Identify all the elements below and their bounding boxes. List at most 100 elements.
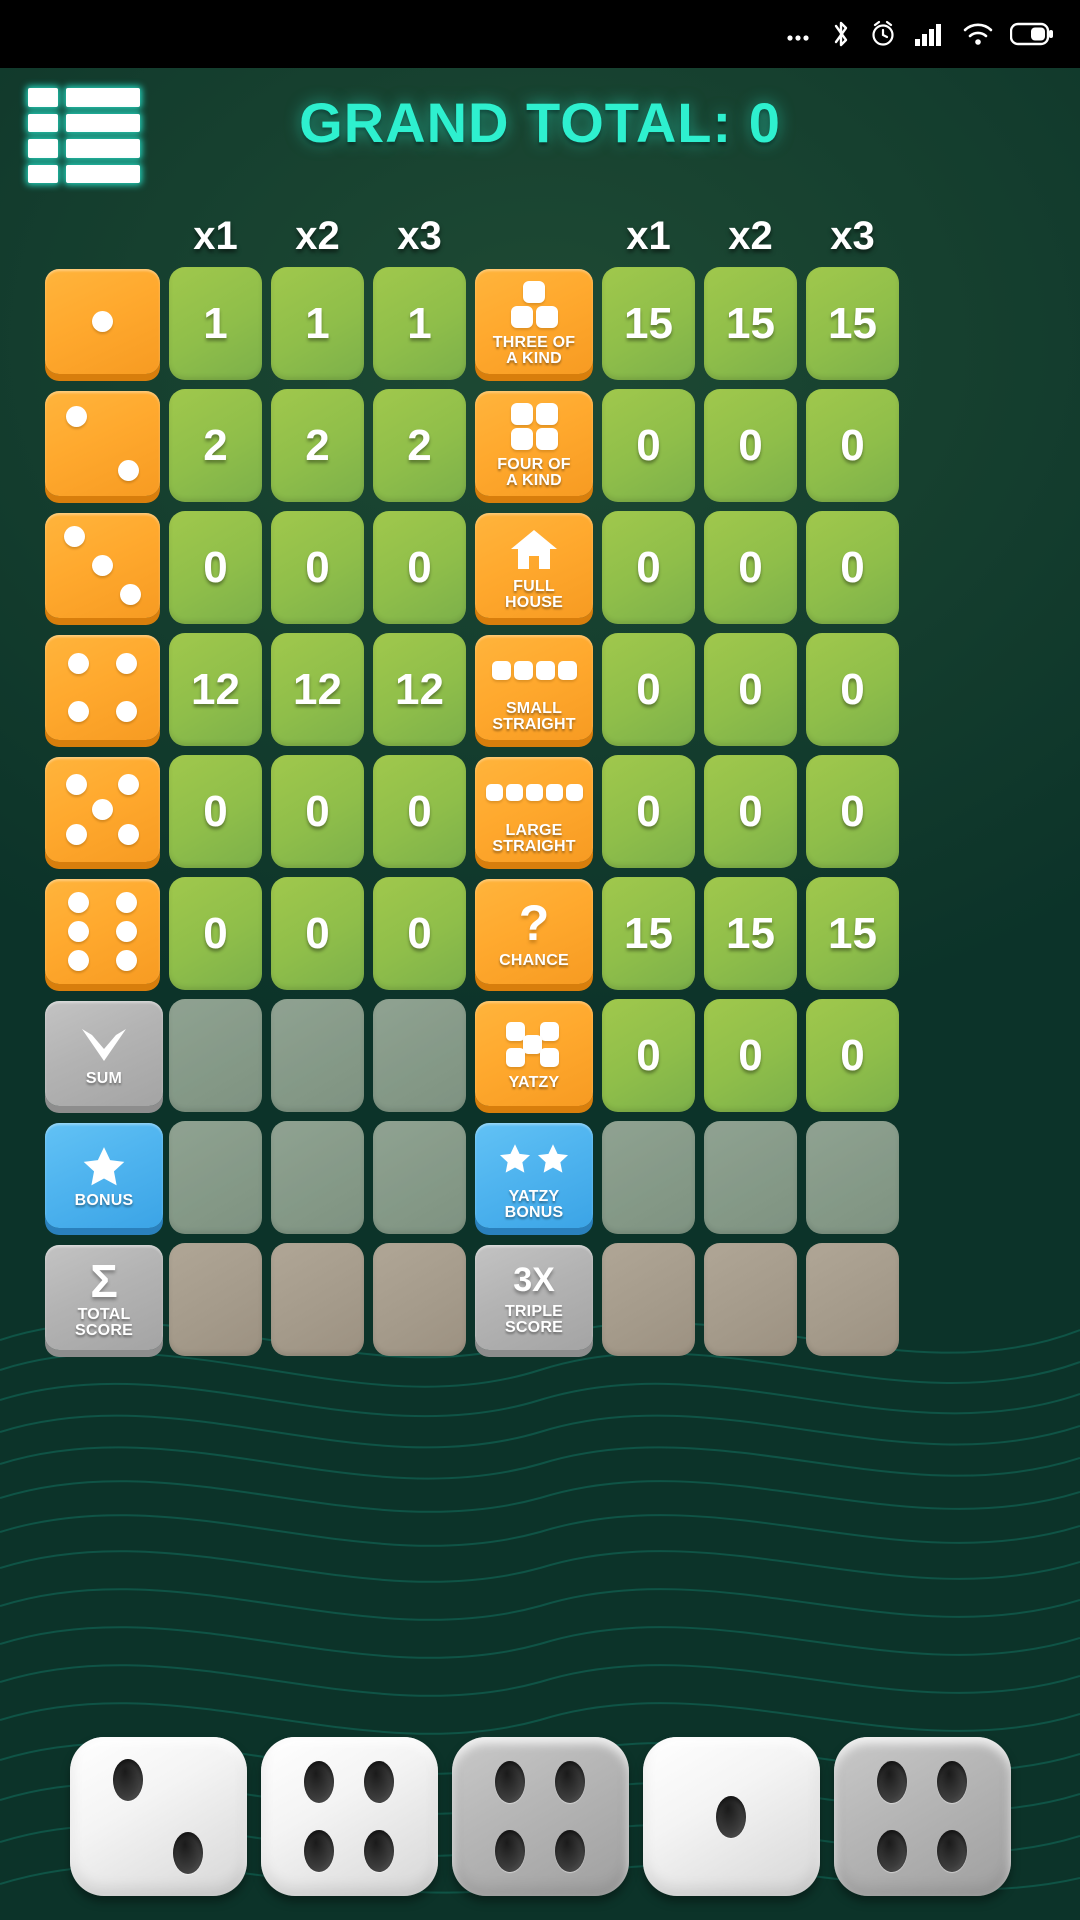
score-cell-three-of-a-kind-x3[interactable]: 15 xyxy=(806,267,899,380)
die-face xyxy=(848,1751,997,1882)
die-one-icon xyxy=(45,269,160,374)
score-cell-twos-x1[interactable]: 2 xyxy=(169,389,262,502)
score-cell-chance-x2[interactable]: 15 xyxy=(704,877,797,990)
score-cell-bonus-x2 xyxy=(271,1121,364,1234)
pip xyxy=(68,921,90,942)
score-cell-four-of-a-kind-x2[interactable]: 0 xyxy=(704,389,797,502)
die-1[interactable] xyxy=(69,1737,247,1896)
pip xyxy=(92,555,113,576)
score-cell-chance-x1[interactable]: 15 xyxy=(602,877,695,990)
score-cell-fives-x2[interactable]: 0 xyxy=(271,755,364,868)
pip xyxy=(115,700,137,722)
header: GRAND TOTAL: 0 xyxy=(0,68,1080,203)
die-two-icon xyxy=(45,391,160,496)
score-cell-yatzy-x2[interactable]: 0 xyxy=(704,999,797,1112)
sigma-icon: Σ TOTAL SCORE xyxy=(45,1245,163,1350)
die-5[interactable] xyxy=(833,1737,1011,1896)
die-four-icon xyxy=(45,635,160,740)
score-cell-threes-x1[interactable]: 0 xyxy=(169,511,262,624)
score-cell-small-straight-x2[interactable]: 0 xyxy=(704,633,797,746)
score-cell-ones-x2[interactable]: 1 xyxy=(271,267,364,380)
pip xyxy=(117,824,139,846)
die-3[interactable] xyxy=(451,1737,629,1896)
grand-total-label: GRAND TOTAL: 0 xyxy=(299,91,781,154)
score-cell-three-of-a-kind-x1[interactable]: 15 xyxy=(602,267,695,380)
score-cell-large-straight-x3[interactable]: 0 xyxy=(806,755,899,868)
more-icon xyxy=(784,24,814,44)
square-glyph xyxy=(540,1021,559,1041)
signal-icon xyxy=(914,21,946,47)
sigma-icon: Σ xyxy=(90,1254,118,1307)
die-face xyxy=(84,1751,233,1882)
square-glyph xyxy=(557,661,577,681)
square-glyph xyxy=(491,661,511,681)
category-full-house: FULL HOUSE xyxy=(475,513,593,618)
square-glyph xyxy=(523,281,545,304)
square-glyph xyxy=(535,403,558,426)
square-glyph xyxy=(535,428,558,451)
die-2[interactable] xyxy=(260,1737,438,1896)
four-squares-icon xyxy=(510,400,558,454)
col-header-left-x1: x1 xyxy=(193,213,238,258)
score-cell-ones-x1[interactable]: 1 xyxy=(169,267,262,380)
category-yatzy: YATZY xyxy=(475,1001,593,1106)
score-cell-total-score-x2 xyxy=(271,1243,364,1356)
category-label: TRIPLE SCORE xyxy=(504,1302,564,1336)
square-glyph xyxy=(505,784,523,802)
score-cell-four-of-a-kind-x1[interactable]: 0 xyxy=(602,389,695,502)
score-cell-threes-x3[interactable]: 0 xyxy=(373,511,466,624)
score-cell-threes-x2[interactable]: 0 xyxy=(271,511,364,624)
category-yatzy-bonus: YATZY BONUS xyxy=(475,1123,593,1228)
score-cell-full-house-x1[interactable]: 0 xyxy=(602,511,695,624)
pip xyxy=(68,700,90,722)
category-triple-score: 3X TRIPLE SCORE xyxy=(475,1245,593,1350)
die-pips xyxy=(57,280,149,364)
score-cell-yatzy-x3[interactable]: 0 xyxy=(806,999,899,1112)
score-cell-fours-x1[interactable]: 12 xyxy=(169,633,262,746)
square-glyph xyxy=(510,306,533,329)
pip xyxy=(92,311,113,332)
pip xyxy=(68,653,90,675)
score-cell-full-house-x3[interactable]: 0 xyxy=(806,511,899,624)
score-cell-bonus-x3 xyxy=(373,1121,466,1234)
score-cell-fours-x2[interactable]: 12 xyxy=(271,633,364,746)
score-cell-small-straight-x3[interactable]: 0 xyxy=(806,633,899,746)
die-pips xyxy=(57,402,149,486)
score-cell-full-house-x2[interactable]: 0 xyxy=(704,511,797,624)
score-cell-large-straight-x2[interactable]: 0 xyxy=(704,755,797,868)
category-label: SMALL STRAIGHT xyxy=(492,699,576,733)
pip xyxy=(363,1829,394,1872)
score-cell-four-of-a-kind-x3[interactable]: 0 xyxy=(806,389,899,502)
category-label: SUM xyxy=(85,1069,123,1087)
die-face xyxy=(657,1751,806,1882)
score-cell-three-of-a-kind-x2[interactable]: 15 xyxy=(704,267,797,380)
score-cell-small-straight-x1[interactable]: 0 xyxy=(602,633,695,746)
score-cell-fives-x3[interactable]: 0 xyxy=(373,755,466,868)
pip xyxy=(113,1758,144,1801)
score-cell-ones-x3[interactable]: 1 xyxy=(373,267,466,380)
pip xyxy=(877,1829,908,1872)
3x-icon: 3X xyxy=(513,1261,555,1300)
score-cell-triple-score-x1 xyxy=(602,1243,695,1356)
die-pips xyxy=(57,646,149,730)
pip xyxy=(117,459,139,481)
menu-bullet xyxy=(28,164,58,183)
category-label: TOTAL SCORE xyxy=(75,1305,133,1339)
score-cell-twos-x2[interactable]: 2 xyxy=(271,389,364,502)
score-cell-fours-x3[interactable]: 12 xyxy=(373,633,466,746)
score-cell-bonus-x1 xyxy=(169,1121,262,1234)
score-cell-large-straight-x1[interactable]: 0 xyxy=(602,755,695,868)
score-cell-sixes-x1[interactable]: 0 xyxy=(169,877,262,990)
score-cell-yatzy-x1[interactable]: 0 xyxy=(602,999,695,1112)
die-4[interactable] xyxy=(642,1737,820,1896)
score-cell-chance-x3[interactable]: 15 xyxy=(806,877,899,990)
scoreboard-grid: 1 1 1 THREE OF A KIND 15 15 15 2 2 2 FOUR OF A KIN… xyxy=(0,267,1080,1356)
score-cell-sum-x2 xyxy=(271,999,364,1112)
score-cell-sixes-x3[interactable]: 0 xyxy=(373,877,466,990)
score-cell-sixes-x2[interactable]: 0 xyxy=(271,877,364,990)
col-header-right-x1: x1 xyxy=(626,213,671,258)
score-cell-twos-x3[interactable]: 2 xyxy=(373,389,466,502)
question-mark-icon: ? xyxy=(518,894,550,951)
score-cell-fives-x1[interactable]: 0 xyxy=(169,755,262,868)
die-pips xyxy=(57,524,149,608)
